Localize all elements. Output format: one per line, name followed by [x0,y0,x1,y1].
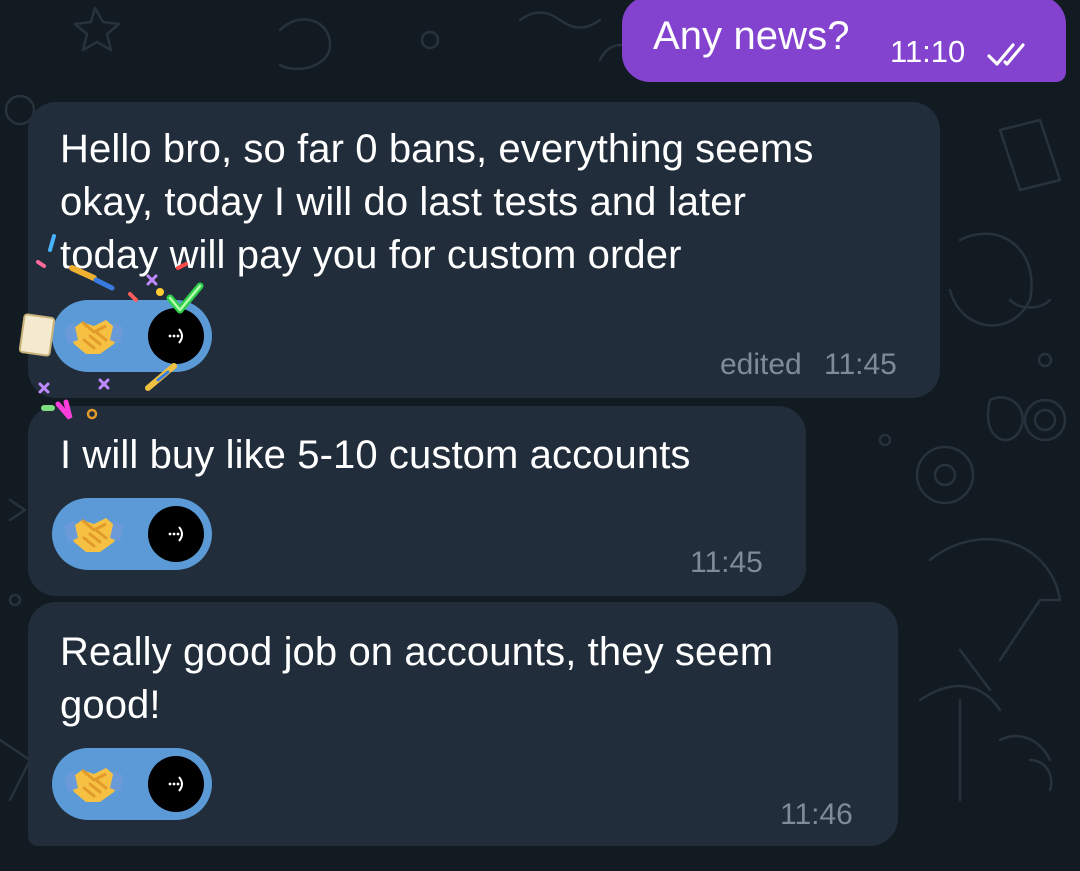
incoming-message-bubble[interactable]: Really good job on accounts, they seem g… [28,602,898,846]
message-text-line: Hello bro, so far 0 bans, everything see… [60,127,814,171]
avatar-icon [148,506,204,562]
incoming-message-bubble[interactable]: Hello bro, so far 0 bans, everything see… [28,102,940,398]
message-text-line: okay, today I will do last tests and lat… [60,180,747,224]
message-text-line: good! [60,683,161,727]
avatar-icon [148,308,204,364]
message-time: 11:45 [690,546,763,579]
message-text-line: Really good job on accounts, they seem [60,630,774,674]
reaction-chip[interactable] [52,498,212,570]
message-text-line: I will buy like 5-10 custom accounts [60,433,691,477]
avatar-icon [148,756,204,812]
message-text: Any news? [653,14,850,58]
incoming-message-bubble[interactable]: I will buy like 5-10 custom accounts 11:… [28,406,806,596]
message-time: 11:46 [780,798,853,831]
handshake-icon [64,768,124,802]
reaction-chip[interactable] [52,748,212,820]
handshake-icon [64,518,124,552]
message-time: 11:45 [824,348,897,381]
message-time: 11:10 [890,34,966,69]
message-text-line: today will pay you for custom order [60,233,682,277]
handshake-icon [64,320,124,354]
double-check-icon [987,43,1025,66]
outgoing-message-bubble[interactable]: Any news? 11:10 [622,0,1066,82]
edited-label: edited [720,348,802,381]
reaction-chip[interactable] [52,300,212,372]
